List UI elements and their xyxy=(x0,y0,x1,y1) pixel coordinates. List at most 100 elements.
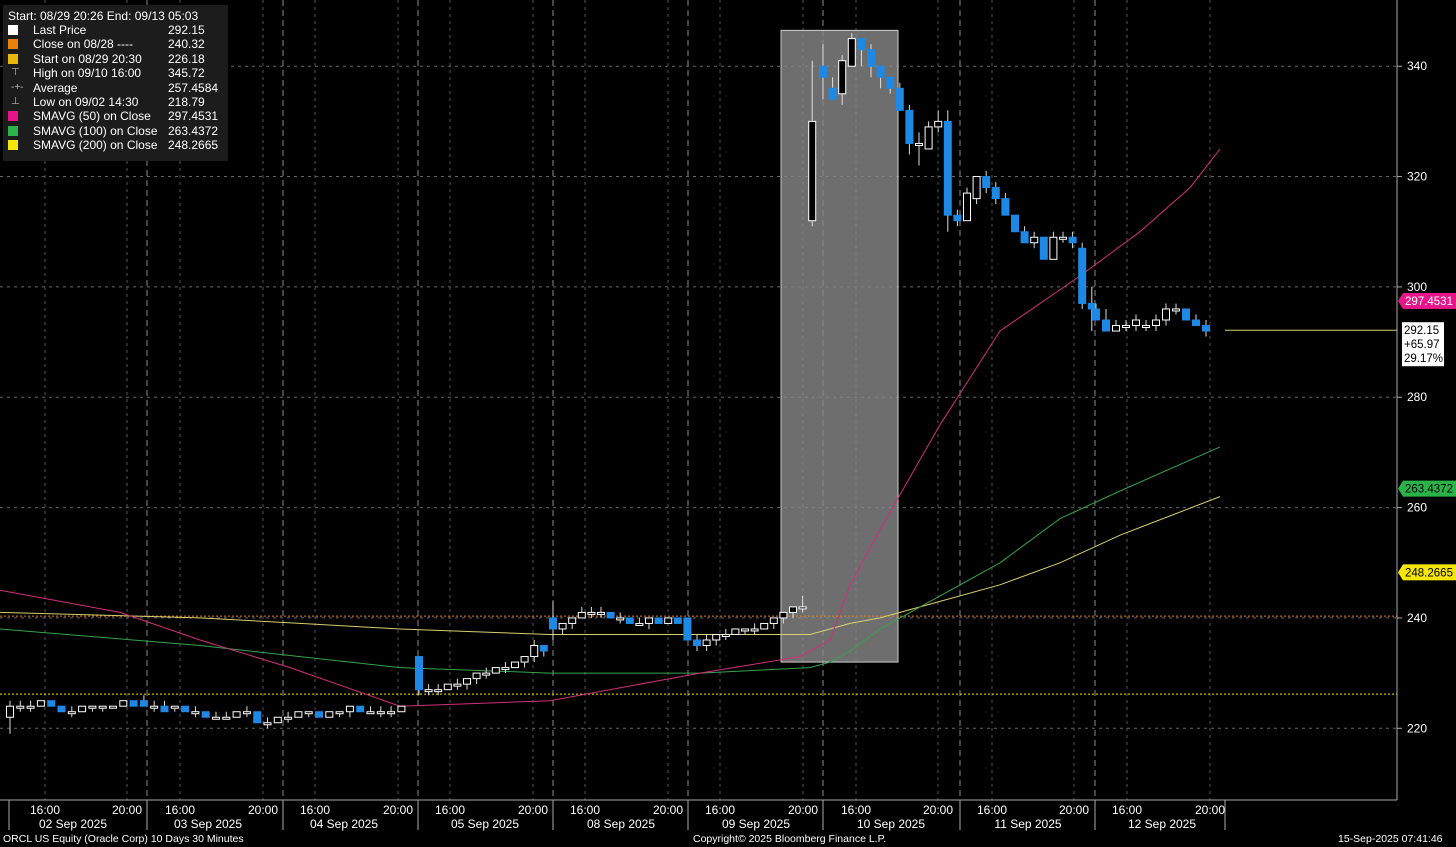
candle-body xyxy=(798,606,807,610)
x-time-label: 20:00 xyxy=(518,803,548,817)
candle-body xyxy=(857,38,866,51)
x-day-label: 04 Sep 2025 xyxy=(310,817,378,831)
candle-body xyxy=(6,705,14,718)
candle-body xyxy=(693,639,701,647)
candle-body xyxy=(924,126,933,150)
candle-body xyxy=(673,617,682,624)
candle-body xyxy=(294,711,303,718)
x-day-label: 12 Sep 2025 xyxy=(1128,817,1196,831)
candle-body xyxy=(645,617,653,624)
legend-item: SMAVG (200) on Close 248.2665 xyxy=(3,138,228,152)
candle-body xyxy=(1112,325,1120,332)
candle-body xyxy=(1122,325,1130,329)
candle-body xyxy=(943,120,952,216)
last-price-text: 29.17% xyxy=(1404,353,1443,365)
candle-body xyxy=(345,705,354,713)
axis-value-label: 297.4531 xyxy=(1405,296,1453,308)
candle-body xyxy=(1087,302,1096,310)
candle-body xyxy=(808,120,817,222)
x-day-label: 10 Sep 2025 xyxy=(857,817,925,831)
footer-timestamp: 15-Sep-2025 07:41:46 xyxy=(1338,833,1443,845)
candle-body xyxy=(1182,308,1190,321)
candle-body xyxy=(366,711,375,715)
candle-body xyxy=(654,617,663,624)
legend-value: 292.15 xyxy=(168,23,205,37)
candle-body xyxy=(511,661,519,669)
legend-label: SMAVG (200) on Close xyxy=(33,138,158,153)
candle-body xyxy=(482,672,491,676)
candle-body xyxy=(501,667,510,671)
candle-body xyxy=(36,700,45,707)
candle-body xyxy=(760,622,769,630)
axis-value-label: 263.4372 xyxy=(1405,484,1453,496)
candle-body xyxy=(150,705,159,709)
candle-body xyxy=(991,187,1000,200)
x-time-label: 20:00 xyxy=(1059,803,1089,817)
average-marker-icon: -+- xyxy=(11,81,24,93)
legend-value: 257.4584 xyxy=(168,80,219,95)
candle-body xyxy=(1202,325,1210,332)
x-time-label: 20:00 xyxy=(383,803,413,817)
legend-item: -+- Average 257.4584 xyxy=(3,81,228,95)
candle-body xyxy=(934,120,943,128)
candle-body xyxy=(1152,319,1160,327)
x-time-label: 20:00 xyxy=(923,803,953,817)
candle-body xyxy=(530,645,539,658)
candle-body xyxy=(304,711,313,715)
candle-body xyxy=(160,705,169,713)
legend-value: 218.79 xyxy=(168,94,205,109)
candle-body xyxy=(905,109,914,144)
candle-body xyxy=(635,622,644,626)
footer-copyright: Copyright© 2025 Bloomberg Finance L.P. xyxy=(693,833,887,845)
candle-body xyxy=(1059,236,1067,240)
x-time-label: 16:00 xyxy=(435,803,465,817)
x-time-label: 20:00 xyxy=(112,803,142,817)
x-time-label: 16:00 xyxy=(977,803,1007,817)
candle-body xyxy=(1132,319,1140,327)
legend-value: 248.2665 xyxy=(168,138,219,153)
candle-body xyxy=(520,656,529,663)
candle-body xyxy=(1001,198,1010,216)
candle-body xyxy=(1030,236,1039,244)
candle-body xyxy=(1011,214,1019,233)
candle-body xyxy=(1078,247,1087,304)
candle-body xyxy=(1049,236,1058,260)
legend-swatch xyxy=(8,39,18,50)
candle-body xyxy=(376,711,385,715)
candle-body xyxy=(387,711,396,715)
highlight-region xyxy=(780,29,899,663)
candle-body xyxy=(109,705,117,709)
footer-ticker: ORCL US Equity (Oracle Corp) 10 Days 30 … xyxy=(3,833,244,845)
candle-body xyxy=(315,711,323,718)
y-tick-label: 300 xyxy=(1407,280,1427,294)
candle-body xyxy=(539,645,548,652)
candle-body xyxy=(397,705,406,713)
candle-body xyxy=(201,711,210,718)
candle-body xyxy=(915,142,923,146)
candle-body xyxy=(1162,308,1170,321)
legend-label: High on 09/10 16:00 xyxy=(33,66,142,81)
legend-item: Start on 08/29 20:30 226.18 xyxy=(3,52,228,66)
y-tick-label: 280 xyxy=(1407,390,1427,404)
candle-body xyxy=(1039,236,1048,260)
x-time-label: 20:00 xyxy=(653,803,683,817)
candle-body xyxy=(867,49,875,67)
candle-body xyxy=(119,700,128,707)
legend-swatch xyxy=(8,53,18,64)
candle-body xyxy=(769,617,778,624)
y-tick-label: 220 xyxy=(1407,721,1427,735)
legend-label: Close on 08/28 ---- xyxy=(33,37,134,52)
legend-value: 226.18 xyxy=(168,51,205,66)
x-time-label: 20:00 xyxy=(788,803,818,817)
candle-body xyxy=(606,611,615,619)
candle-body xyxy=(16,705,25,709)
x-time-label: 16:00 xyxy=(705,803,735,817)
legend-item: SMAVG (50) on Close 297.4531 xyxy=(3,109,228,123)
candle-body xyxy=(47,700,56,707)
candle-body xyxy=(170,705,179,709)
candle-body xyxy=(453,683,462,687)
x-time-label: 16:00 xyxy=(300,803,330,817)
candle-body xyxy=(424,689,433,693)
x-time-label: 16:00 xyxy=(1112,803,1142,817)
candle-body xyxy=(222,716,231,720)
